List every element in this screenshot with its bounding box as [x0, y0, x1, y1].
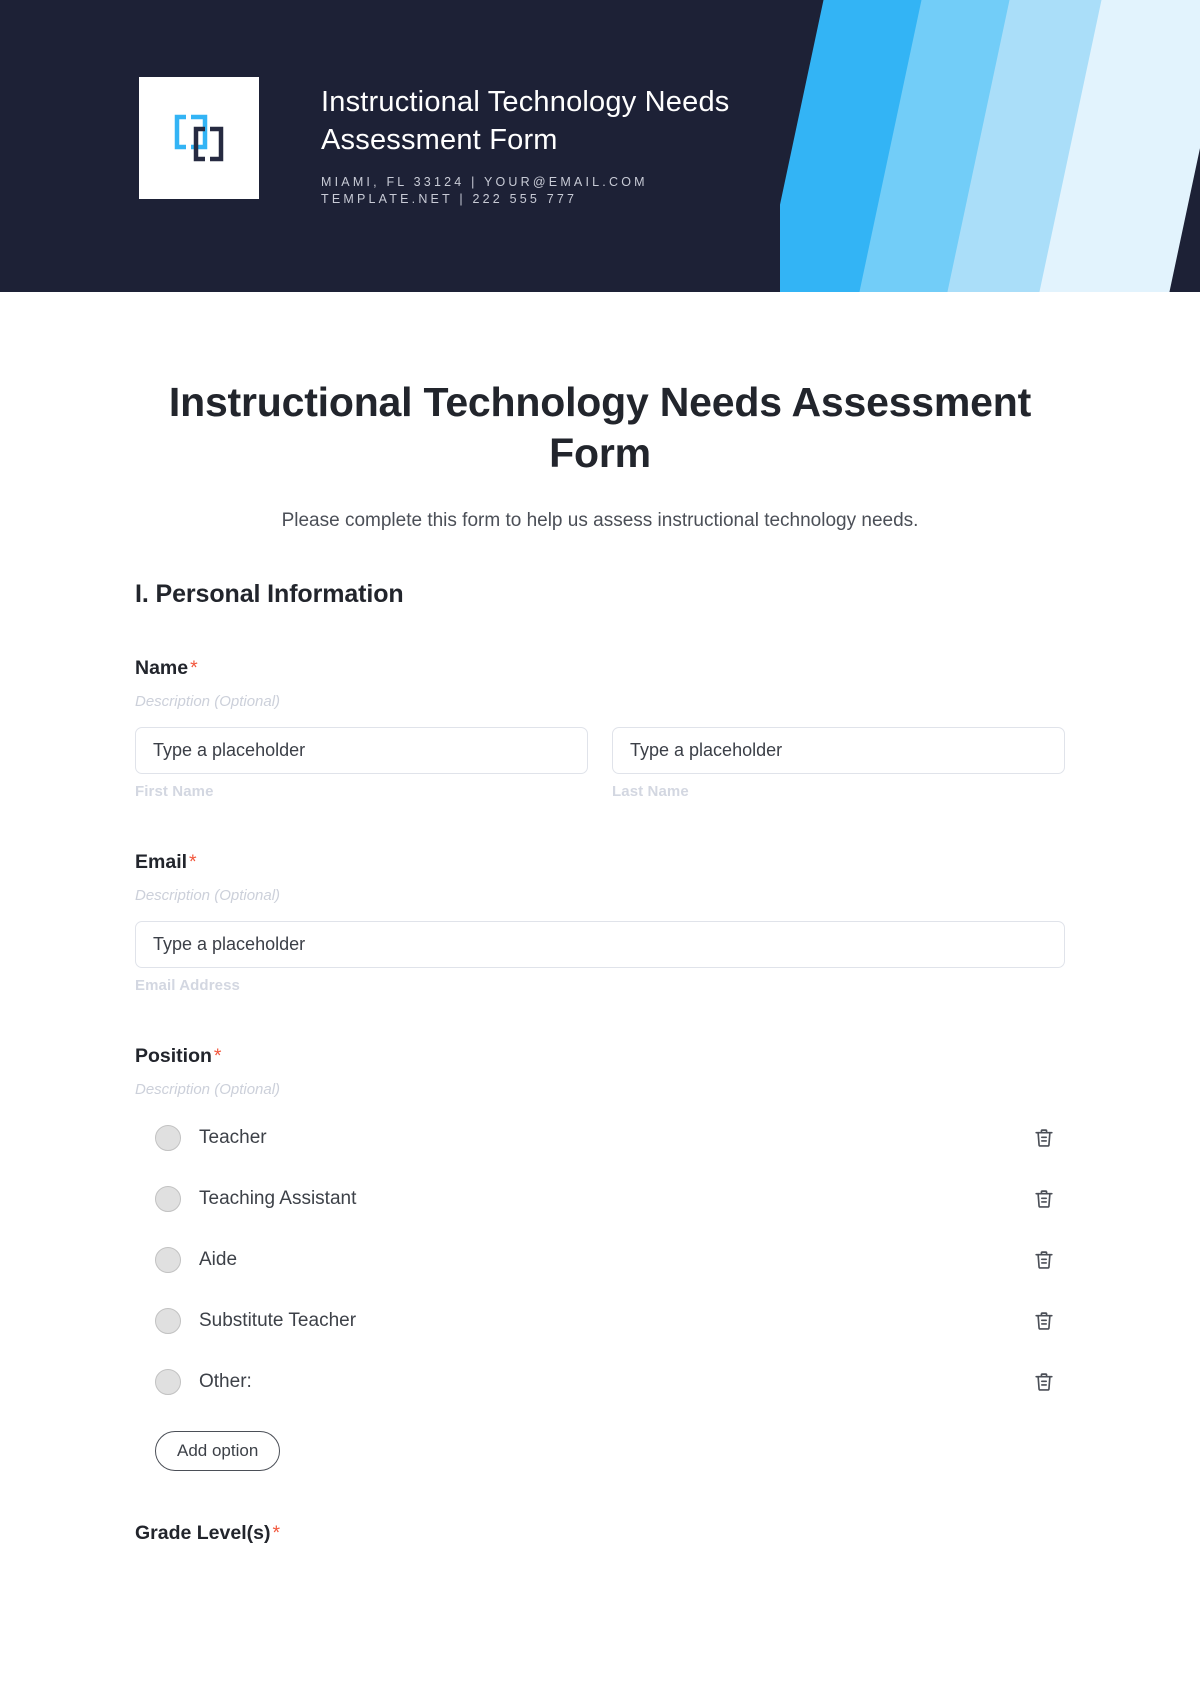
required-marker: *: [189, 850, 197, 873]
option-row[interactable]: Other:: [135, 1364, 1065, 1400]
add-option-button[interactable]: Add option: [155, 1430, 281, 1471]
field-position: Position * Description (Optional) Teacher: [135, 1045, 1065, 1471]
field-label-text: Position: [135, 1044, 212, 1067]
delete-option-button[interactable]: [1031, 1369, 1057, 1395]
position-options-list: Teacher Teaching Assistant Aide Substitu…: [135, 1120, 1065, 1471]
company-name: Instructional Technology Needs Assessmen…: [321, 86, 730, 157]
email-sub-label: Email Address: [135, 976, 240, 994]
option-row[interactable]: Aide: [135, 1242, 1065, 1278]
option-row[interactable]: Teacher: [135, 1120, 1065, 1156]
option-row[interactable]: Substitute Teacher: [135, 1303, 1065, 1339]
field-label-email: Email *: [135, 851, 1065, 874]
option-label: Aide: [199, 1248, 238, 1270]
field-email: Email* Description (Optional) Email Addr…: [135, 851, 1065, 994]
delete-option-button[interactable]: [1031, 1247, 1057, 1273]
field-description-position: Description (Optional): [135, 1080, 281, 1098]
radio-button-aide[interactable]: [155, 1246, 181, 1273]
first-name-group: First Name: [135, 726, 588, 800]
option-label: Teacher: [199, 1126, 267, 1148]
first-name-sub-label: First Name: [135, 782, 214, 800]
header-stripes-decoration: [780, 0, 1200, 292]
last-name-sub-label: Last Name: [612, 782, 689, 800]
radio-button-teaching-assistant[interactable]: [155, 1185, 181, 1212]
contact-line-2: TEMPLATE.NET | 222 555 777: [321, 192, 578, 207]
contact-line-1: MIAMI, FL 33124 | YOUR@EMAIL.COM: [321, 174, 648, 189]
trash-icon: [1035, 1128, 1053, 1147]
radio-button-other[interactable]: [155, 1368, 181, 1395]
radio-button-teacher[interactable]: [155, 1124, 181, 1151]
last-name-input[interactable]: [612, 726, 1065, 774]
email-input[interactable]: [135, 920, 1065, 968]
logo-container: [139, 77, 259, 199]
delete-option-button[interactable]: [1031, 1186, 1057, 1212]
delete-option-button[interactable]: [1031, 1308, 1057, 1334]
section-heading-personal-information: I. Personal Information: [135, 579, 404, 608]
form-body: Instructional Technology Needs Assessmen…: [0, 377, 1200, 1545]
trash-icon: [1035, 1372, 1053, 1391]
first-name-input[interactable]: [135, 726, 588, 774]
option-label: Teaching Assistant: [199, 1187, 357, 1209]
trash-icon: [1035, 1311, 1053, 1330]
radio-button-substitute-teacher[interactable]: [155, 1307, 181, 1334]
form-page: Instructional Technology Needs Assessmen…: [0, 0, 1200, 1700]
delete-option-button[interactable]: [1031, 1125, 1057, 1151]
field-label-text: Grade Level(s): [135, 1521, 271, 1544]
bracket-frames-logo-icon: [174, 114, 224, 162]
field-label-position: Position *: [135, 1045, 1065, 1068]
option-label: Substitute Teacher: [199, 1309, 357, 1331]
name-inputs-row: First Name Last Name: [135, 726, 1065, 800]
trash-icon: [1035, 1250, 1053, 1269]
header-text-block: Instructional Technology Needs Assessmen…: [321, 77, 730, 209]
field-label-grade-levels: Grade Level(s) *: [135, 1522, 1065, 1545]
required-marker: *: [213, 1044, 222, 1067]
page-title: Instructional Technology Needs Assessmen…: [168, 379, 1032, 476]
email-group: Email Address: [135, 920, 1065, 994]
field-label-text: Name: [135, 656, 189, 679]
trash-icon: [1035, 1189, 1053, 1208]
field-description-name: Description (Optional): [135, 692, 281, 710]
field-label-text: Email: [135, 850, 188, 873]
field-description-email: Description (Optional): [135, 886, 281, 904]
field-grade-levels: Grade Level(s) *: [135, 1522, 1065, 1545]
option-label: Other:: [199, 1370, 252, 1392]
last-name-group: Last Name: [612, 726, 1065, 800]
field-label-name: Name *: [135, 657, 1065, 680]
email-input-row: Email Address: [135, 920, 1065, 994]
field-name: Name* Description (Optional) First Name …: [135, 657, 1065, 800]
contact-info: MIAMI, FL 33124 | YOUR@EMAIL.COM TEMPLAT…: [321, 174, 730, 210]
header-content: Instructional Technology Needs Assessmen…: [139, 77, 730, 209]
page-header: Instructional Technology Needs Assessmen…: [0, 0, 1200, 292]
page-subtitle: Please complete this form to help us ass…: [281, 509, 919, 531]
option-row[interactable]: Teaching Assistant: [135, 1181, 1065, 1217]
required-marker: *: [272, 1521, 281, 1544]
required-marker: *: [190, 656, 198, 679]
